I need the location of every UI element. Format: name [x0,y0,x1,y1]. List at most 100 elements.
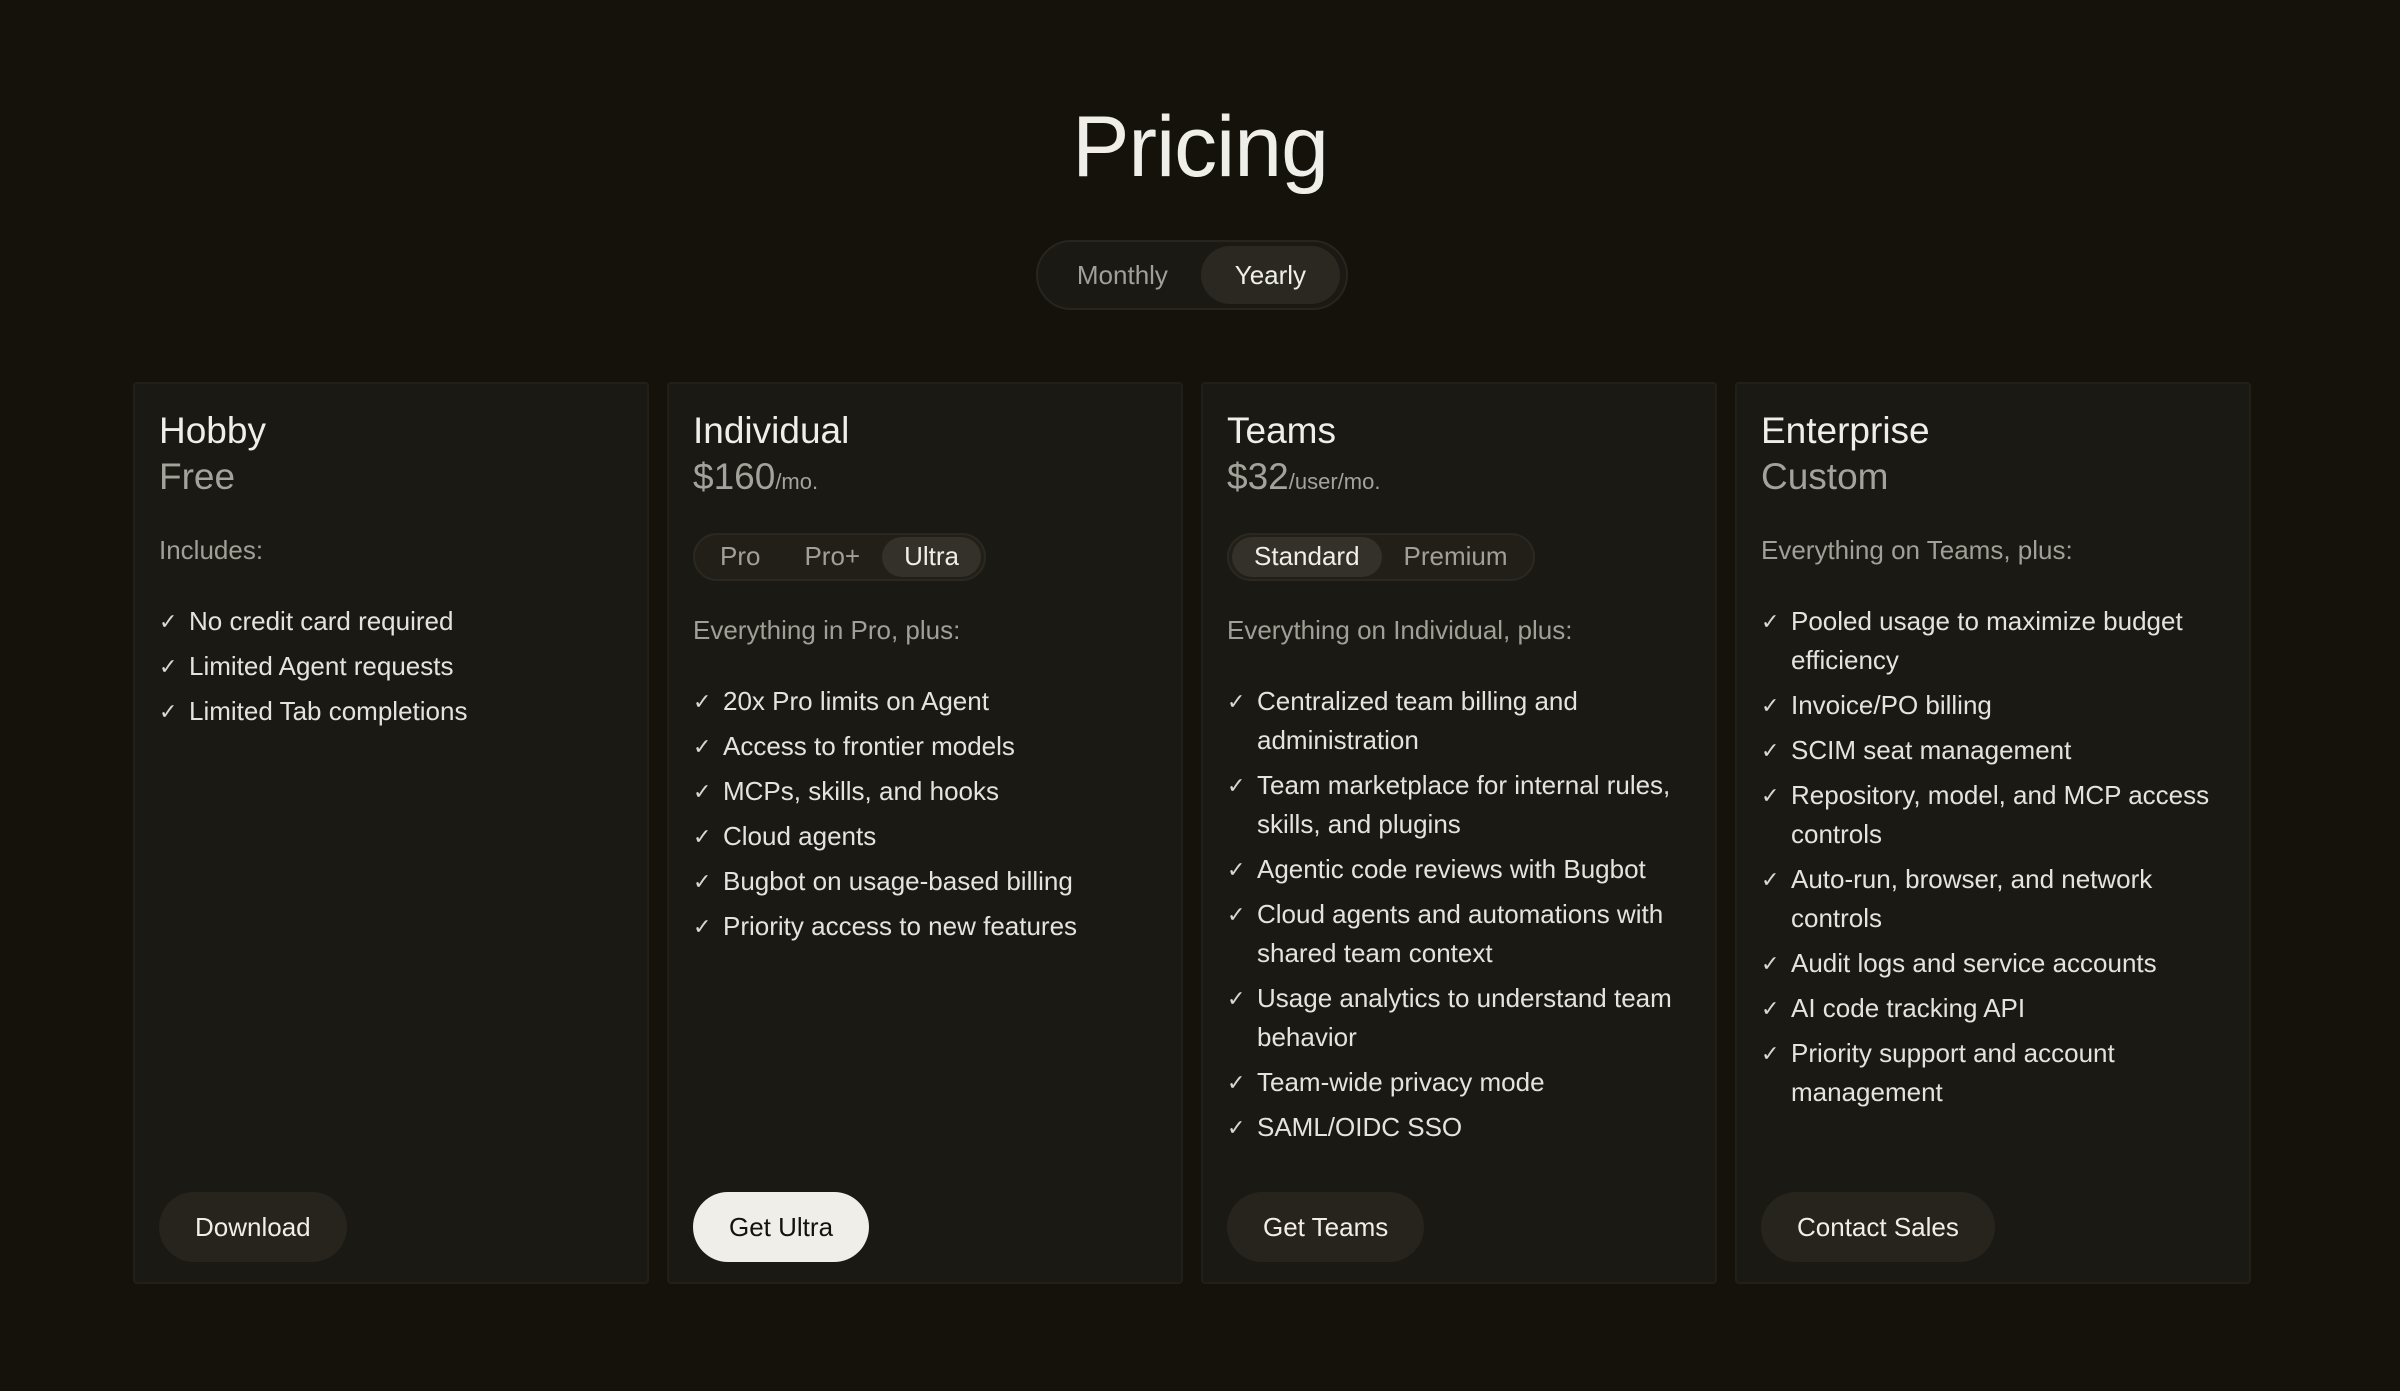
feature-item: ✓ Team marketplace for internal rules, sk… [1227,766,1695,844]
feature-text: Team marketplace for internal rules, ski… [1257,769,1671,839]
check-icon: ✓ [693,778,712,804]
check-icon: ✓ [1227,1114,1246,1140]
plan-name: Hobby [159,410,266,451]
feature-item: ✓ Auto-run, browser, and network controls [1761,860,2229,938]
check-icon: ✓ [159,653,178,679]
feature-item: ✓ Team-wide privacy mode [1227,1063,1695,1102]
feature-text: Invoice/PO billing [1791,689,1992,720]
feature-item: ✓ Cloud agents and automations with share… [1227,895,1695,973]
check-icon: ✓ [1227,688,1246,714]
feature-item: ✓ Bugbot on usage-based billing [693,862,1161,901]
feature-text: SCIM seat management [1791,734,2072,765]
plan-price: $32/user/mo. [1227,456,1381,498]
feature-item: ✓ SCIM seat management [1761,731,2229,770]
plan-name: Enterprise [1761,410,1930,451]
check-icon: ✓ [693,688,712,714]
check-icon: ✓ [1227,901,1246,927]
check-icon: ✓ [1227,985,1246,1011]
page-title: Pricing [1072,99,1329,195]
check-icon: ✓ [159,608,178,634]
includes-label: Everything on Individual, plus: [1227,614,1573,645]
feature-text: 20x Pro limits on Agent [723,685,989,716]
plan-card-individual: Individual $160/mo. Pro Pro+ Ultra Every… [667,382,1183,1284]
plan-card-enterprise: Enterprise Custom Everything on Teams, p… [1735,382,2251,1284]
billing-monthly-option[interactable]: Monthly [1044,246,1201,304]
plan-name: Teams [1227,410,1336,451]
feature-list: ✓ No credit card required ✓ Limited Agent r… [159,602,627,731]
feature-text: Usage analytics to understand team behav… [1257,982,1672,1052]
check-icon: ✓ [159,698,178,724]
check-icon: ✓ [1761,608,1780,634]
feature-item: ✓ AI code tracking API [1761,989,2229,1028]
check-icon: ✓ [1227,1069,1246,1095]
feature-text: Priority support and account management [1791,1037,2115,1107]
feature-text: Limited Tab completions [189,695,468,726]
includes-label: Includes: [159,534,264,565]
feature-text: Priority access to new features [723,910,1078,941]
check-icon: ✓ [1761,737,1780,763]
feature-item: ✓ 20x Pro limits on Agent [693,682,1161,721]
includes-label: Everything in Pro, plus: [693,614,961,645]
plan-name: Individual [693,410,850,451]
get-ultra-button[interactable]: Get Ultra [693,1192,870,1262]
feature-item: ✓ Limited Agent requests [159,647,627,686]
plan-cards: Hobby Free Includes: ✓ No credit card req… [133,382,2251,1284]
feature-item: ✓ Centralized team billing and administra… [1227,682,1695,760]
get-teams-button[interactable]: Get Teams [1227,1192,1425,1262]
feature-text: Cloud agents [723,820,877,851]
check-icon: ✓ [1761,692,1780,718]
check-icon: ✓ [693,823,712,849]
plan-price: $160/mo. [693,456,819,498]
plan-card-hobby: Hobby Free Includes: ✓ No credit card req… [133,382,649,1284]
download-button[interactable]: Download [159,1192,347,1262]
feature-text: Pooled usage to maximize budget efficien… [1791,605,2183,675]
feature-item: ✓ Cloud agents [693,817,1161,856]
check-icon: ✓ [1761,1040,1780,1066]
feature-text: AI code tracking API [1791,992,2026,1023]
feature-item: ✓ Access to frontier models [693,727,1161,766]
tier-selector: Standard Premium [1227,532,1535,581]
feature-text: SAML/OIDC SSO [1257,1111,1463,1142]
tier-selector: Pro Pro+ Ultra [693,532,987,581]
feature-text: Agentic code reviews with Bugbot [1257,853,1646,884]
tier-option-pro[interactable]: Pro [698,537,782,577]
check-icon: ✓ [1761,782,1780,808]
feature-item: ✓ Repository, model, and MCP access contr… [1761,776,2229,854]
tier-option-pro-plus[interactable]: Pro+ [782,537,882,577]
feature-item: ✓ Priority access to new features [693,907,1161,946]
check-icon: ✓ [693,733,712,759]
feature-item: ✓ No credit card required [159,602,627,641]
plan-card-teams: Teams $32/user/mo. Standard Premium Ever… [1201,382,1717,1284]
feature-item: ✓ MCPs, skills, and hooks [693,772,1161,811]
feature-item: ✓ Priority support and account management [1761,1034,2229,1112]
feature-text: Repository, model, and MCP access contro… [1791,779,2210,849]
check-icon: ✓ [693,913,712,939]
feature-text: MCPs, skills, and hooks [723,775,999,806]
contact-sales-button[interactable]: Contact Sales [1761,1192,1995,1262]
feature-list: ✓ Centralized team billing and administra… [1227,682,1695,1147]
feature-item: ✓ Pooled usage to maximize budget efficie… [1761,602,2229,680]
feature-list: ✓ 20x Pro limits on Agent ✓ Access to front… [693,682,1161,946]
tier-option-standard[interactable]: Standard [1232,536,1382,577]
feature-item: ✓ Agentic code reviews with Bugbot [1227,850,1695,889]
billing-yearly-option[interactable]: Yearly [1200,246,1340,304]
check-icon: ✓ [693,868,712,894]
feature-text: Team-wide privacy mode [1257,1066,1545,1097]
feature-text: Auto-run, browser, and network controls [1791,863,2153,933]
feature-item: ✓ SAML/OIDC SSO [1227,1108,1695,1147]
feature-text: Limited Agent requests [189,650,454,681]
check-icon: ✓ [1227,772,1246,798]
feature-item: ✓ Usage analytics to understand team beha… [1227,979,1695,1057]
tier-option-ultra[interactable]: Ultra [882,536,982,577]
feature-item: ✓ Audit logs and service accounts [1761,944,2229,983]
billing-period-toggle: Monthly Yearly [1036,240,1348,310]
check-icon: ✓ [1761,866,1780,892]
feature-text: Centralized team billing and administrat… [1257,685,1578,755]
feature-text: Audit logs and service accounts [1791,947,2157,978]
feature-text: Bugbot on usage-based billing [723,865,1073,896]
includes-label: Everything on Teams, plus: [1761,534,2073,565]
check-icon: ✓ [1761,995,1780,1021]
feature-text: Access to frontier models [723,730,1015,761]
plan-price: Custom [1761,456,1889,498]
tier-option-premium[interactable]: Premium [1382,537,1530,577]
